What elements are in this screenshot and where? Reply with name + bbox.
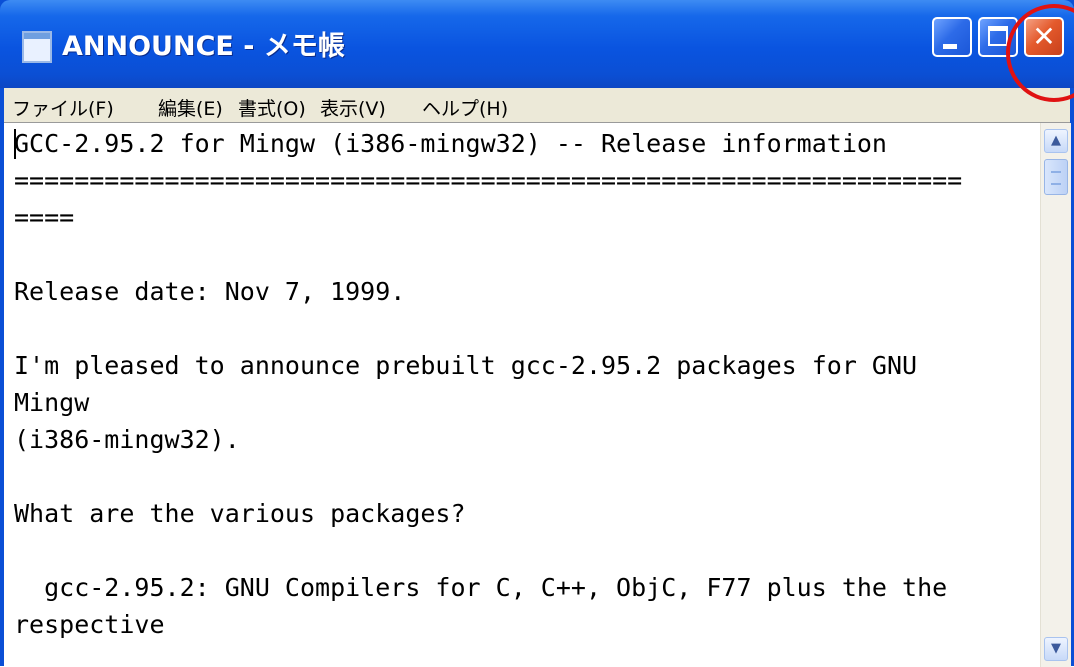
document-line: ====: [14, 203, 75, 232]
close-button[interactable]: ✕: [1024, 17, 1064, 57]
document-line: I'm pleased to announce prebuilt gcc-2.9…: [14, 351, 918, 380]
document-text[interactable]: GCC-2.95.2 for Mingw (i386-mingw32) -- R…: [14, 125, 1038, 665]
menu-format[interactable]: 書式(O): [238, 94, 306, 121]
maximize-icon: [988, 26, 1008, 46]
maximize-button[interactable]: [978, 17, 1018, 57]
close-icon: ✕: [1032, 20, 1056, 53]
document-line: respective: [14, 610, 165, 639]
scroll-down-button[interactable]: ▼: [1044, 637, 1068, 661]
document-line: What are the various packages?: [14, 499, 466, 528]
minimize-button[interactable]: [932, 17, 972, 57]
menu-view[interactable]: 表示(V): [320, 94, 386, 121]
document-line: Mingw: [14, 388, 90, 417]
document-line: GCC-2.95.2 for Mingw (i386-mingw32) -- R…: [14, 129, 887, 158]
text-caret: [14, 129, 16, 159]
vertical-scrollbar[interactable]: ▲ ▼: [1040, 123, 1071, 667]
minimize-icon: [943, 44, 957, 49]
menu-file[interactable]: ファイル(F): [12, 94, 114, 121]
window-title: ANNOUNCE - メモ帳: [62, 31, 345, 62]
scroll-up-button[interactable]: ▲: [1044, 129, 1068, 153]
notepad-window: ANNOUNCE - メモ帳 ✕ ファイル(F) 編集(E) 書式(O) 表示(…: [0, 0, 1074, 667]
document-line: Release date: Nov 7, 1999.: [14, 277, 406, 306]
document-line: ========================================…: [14, 166, 963, 195]
menu-edit[interactable]: 編集(E): [158, 94, 223, 121]
chevron-up-icon: ▲: [1051, 133, 1061, 148]
menu-help[interactable]: ヘルプ(H): [422, 94, 508, 121]
document-line: gcc-2.95.2: GNU Compilers for C, C++, Ob…: [14, 573, 948, 602]
notepad-icon[interactable]: [22, 31, 52, 63]
scrollbar-thumb[interactable]: [1044, 159, 1068, 195]
document-line: (i386-mingw32).: [14, 425, 240, 454]
chevron-down-icon: ▼: [1051, 641, 1061, 656]
text-editor[interactable]: GCC-2.95.2 for Mingw (i386-mingw32) -- R…: [4, 122, 1071, 667]
menu-bar: ファイル(F) 編集(E) 書式(O) 表示(V) ヘルプ(H): [4, 88, 1070, 122]
title-bar[interactable]: ANNOUNCE - メモ帳 ✕: [0, 0, 1074, 88]
